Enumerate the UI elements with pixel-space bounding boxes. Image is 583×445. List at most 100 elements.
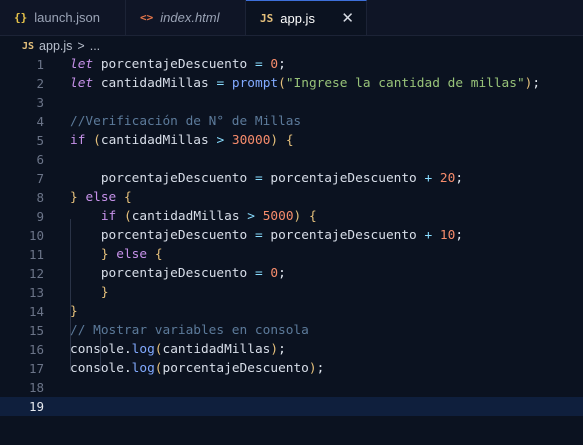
line-number: 15 bbox=[28, 323, 44, 338]
json-file-icon: {} bbox=[14, 11, 28, 24]
line-number: 16 bbox=[28, 342, 44, 357]
code-token: if bbox=[100, 209, 117, 224]
tab-launch-json[interactable]: {} launch.json bbox=[0, 0, 126, 35]
code-line[interactable]: 5 if (cantidadMillas > 30000) { bbox=[0, 131, 583, 150]
code-token: log bbox=[131, 361, 155, 376]
line-number: 12 bbox=[28, 266, 44, 281]
code-token: = bbox=[254, 57, 263, 72]
code-text: } else { bbox=[70, 245, 163, 264]
code-line[interactable]: 13 } bbox=[0, 283, 583, 302]
code-token: cantidadMillas bbox=[100, 133, 209, 148]
code-token: } bbox=[70, 304, 78, 319]
breadcrumb-file[interactable]: app.js bbox=[39, 39, 72, 53]
code-token: porcentajeDescuento bbox=[162, 361, 309, 376]
line-number: 9 bbox=[36, 209, 44, 224]
code-token: porcentajeDescuento bbox=[270, 171, 417, 186]
code-editor[interactable]: 1 let porcentajeDescuento = 0; 2 let cantid… bbox=[0, 55, 583, 445]
code-line[interactable]: 17 console.log(porcentajeDescuento); bbox=[0, 359, 583, 378]
code-token: 0 bbox=[270, 266, 279, 281]
code-token: // Mostrar variables en consola bbox=[70, 323, 309, 338]
code-token: = bbox=[254, 171, 263, 186]
code-text: if (cantidadMillas > 30000) { bbox=[70, 131, 294, 150]
code-line[interactable]: 7 porcentajeDescuento = porcentajeDescue… bbox=[0, 169, 583, 188]
line-number: 7 bbox=[36, 171, 44, 186]
line-number: 14 bbox=[28, 304, 44, 319]
tab-app-js[interactable]: JS app.js ✕ bbox=[246, 0, 367, 35]
code-line[interactable]: 10 porcentajeDescuento = porcentajeDescu… bbox=[0, 226, 583, 245]
code-text: } bbox=[70, 283, 109, 302]
tab-index-html[interactable]: <> index.html bbox=[126, 0, 246, 35]
code-line[interactable]: 2 let cantidadMillas = prompt("Ingrese la… bbox=[0, 74, 583, 93]
code-line[interactable]: 15 // Mostrar variables en consola bbox=[0, 321, 583, 340]
code-text: } bbox=[70, 302, 78, 321]
code-token: > bbox=[216, 133, 225, 148]
line-number: 3 bbox=[36, 95, 44, 110]
code-token: cantidadMillas bbox=[100, 76, 209, 91]
code-token: porcentajeDescuento bbox=[100, 228, 248, 243]
js-file-icon: JS bbox=[22, 40, 35, 52]
code-line[interactable]: 18 bbox=[0, 378, 583, 397]
code-token: { bbox=[123, 190, 132, 205]
code-line[interactable]: 6 bbox=[0, 150, 583, 169]
code-token: ( bbox=[93, 133, 101, 148]
code-token: ) bbox=[270, 133, 279, 148]
code-token: porcentajeDescuento bbox=[270, 228, 417, 243]
code-token: log bbox=[131, 342, 155, 357]
code-line[interactable]: 4 //Verificación de N° de Millas bbox=[0, 112, 583, 131]
code-text: porcentajeDescuento = 0; bbox=[70, 264, 286, 283]
code-token: 30000 bbox=[231, 133, 271, 148]
line-number: 5 bbox=[36, 133, 44, 148]
code-line[interactable]: 9 if (cantidadMillas > 5000) { bbox=[0, 207, 583, 226]
breadcrumb-more[interactable]: ... bbox=[90, 39, 100, 53]
code-token: let bbox=[70, 76, 94, 91]
code-token: ; bbox=[532, 76, 541, 91]
code-token: console bbox=[70, 342, 124, 357]
code-line[interactable]: 16 console.log(cantidadMillas); bbox=[0, 340, 583, 359]
code-token: = bbox=[254, 266, 263, 281]
code-line[interactable]: 8} else { bbox=[0, 188, 583, 207]
code-line[interactable]: 12 porcentajeDescuento = 0; bbox=[0, 264, 583, 283]
code-line[interactable]: 11 } else { bbox=[0, 245, 583, 264]
code-token: } bbox=[70, 190, 78, 205]
code-line[interactable]: 14} bbox=[0, 302, 583, 321]
code-token: . bbox=[123, 342, 132, 357]
code-token: 5000 bbox=[262, 209, 294, 224]
tab-label: launch.json bbox=[34, 10, 101, 25]
code-line[interactable]: 3 bbox=[0, 93, 583, 112]
code-line[interactable]: 1 let porcentajeDescuento = 0; bbox=[0, 55, 583, 74]
line-number: 2 bbox=[36, 76, 44, 91]
code-line[interactable]: 19 bbox=[0, 397, 583, 416]
code-token: if bbox=[70, 133, 86, 148]
code-token: ; bbox=[278, 57, 286, 72]
code-token: porcentajeDescuento bbox=[100, 266, 248, 281]
close-icon[interactable]: ✕ bbox=[341, 9, 354, 27]
code-token: ) bbox=[270, 342, 279, 357]
code-token: } bbox=[100, 285, 109, 300]
code-token: 0 bbox=[270, 57, 279, 72]
code-token: > bbox=[247, 209, 255, 224]
js-file-icon: JS bbox=[260, 11, 274, 25]
code-text: porcentajeDescuento = porcentajeDescuent… bbox=[70, 226, 463, 245]
chevron-right-icon: > bbox=[77, 39, 85, 53]
tab-label: index.html bbox=[160, 10, 220, 25]
code-token: = bbox=[216, 76, 225, 91]
code-token: { bbox=[285, 133, 294, 148]
line-number: 1 bbox=[36, 57, 44, 72]
code-text: console.log(porcentajeDescuento); bbox=[70, 359, 324, 378]
code-text: let porcentajeDescuento = 0; bbox=[70, 55, 286, 74]
